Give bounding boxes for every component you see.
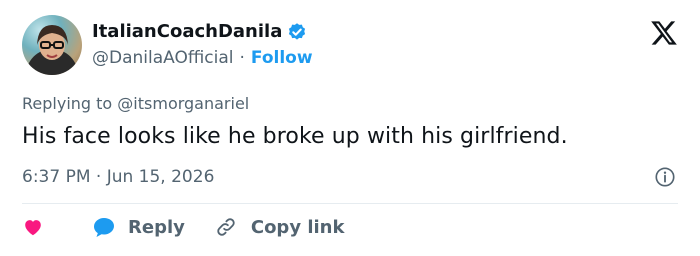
link-icon [217,218,235,236]
info-icon[interactable] [654,166,676,188]
replying-to: Replying to @itsmorganariel [22,94,249,113]
author-handle[interactable]: @DanilaAOfficial [92,48,234,68]
reply-bubble-icon [94,218,114,237]
follow-button[interactable]: Follow [251,48,313,68]
copy-link-label: Copy link [250,216,345,238]
reply-handle-link[interactable]: @itsmorganariel [117,94,249,113]
display-name[interactable]: ItalianCoachDanila [92,21,282,42]
replying-prefix: Replying to [22,94,118,113]
reply-button[interactable]: Reply [92,216,185,238]
action-bar: Reply Copy link [22,216,344,238]
avatar[interactable] [22,15,82,75]
copy-link-button[interactable]: Copy link [185,216,345,238]
separator: · [239,48,245,68]
verified-badge-icon [289,22,306,40]
divider [22,203,678,204]
reply-label: Reply [128,216,185,238]
avatar-image [26,25,78,75]
tweet-timestamp[interactable]: 6:37 PM · Jun 15, 2026 [22,167,214,187]
heart-icon[interactable] [22,216,44,238]
tweet-text: His face looks like he broke up with his… [22,124,568,149]
x-logo-icon[interactable] [650,20,678,46]
